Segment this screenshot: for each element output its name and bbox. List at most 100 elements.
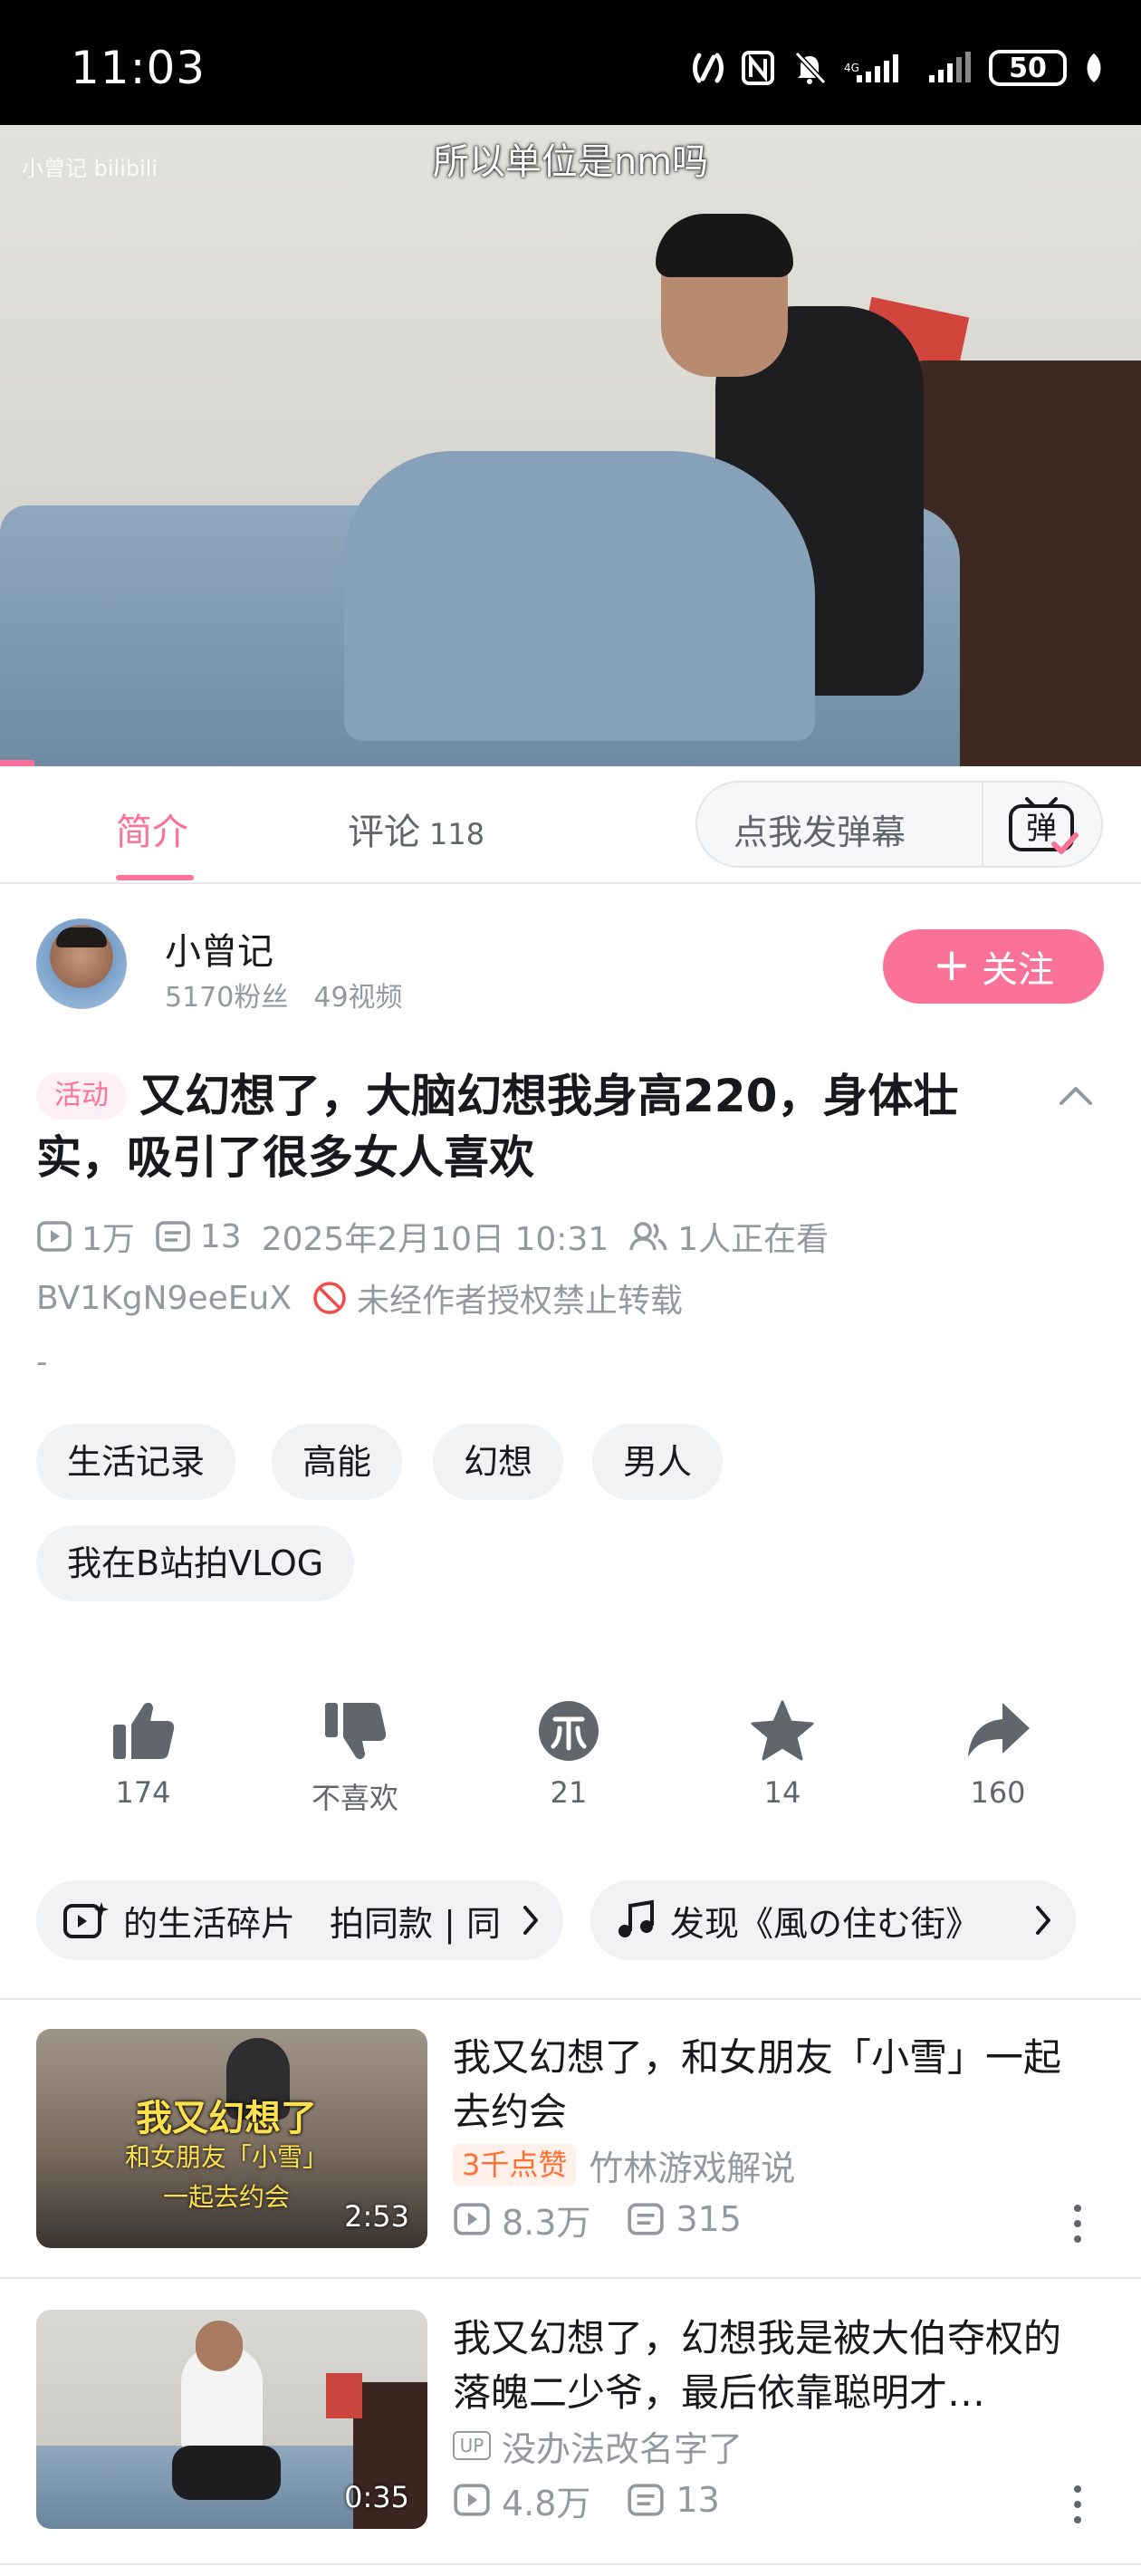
coin-icon [539,1701,599,1761]
nfc-icon [693,53,724,83]
video-title[interactable]: 我又幻想了，幻想我是被大伯夺权的落魄二少爷，最后依靠聪明才… [453,2312,1096,2420]
star-icon [751,1700,814,1761]
video-title[interactable]: 我又幻想了，和女朋友「小雪」一起去约会 [453,2031,1096,2139]
music-chip[interactable]: 发现《風の住む街》 [590,1880,1076,1960]
video-author-line: UP 没办法改名字了 [453,2424,743,2469]
danmaku-count-icon [628,2484,665,2516]
plus-icon: + [933,938,971,991]
thumb-red-cloth [326,2373,362,2418]
lifestyle-chip-label: 的生活碎片 拍同款 | 同 [123,1903,501,1944]
svg-text:4G: 4G [844,62,859,74]
danmaku-input[interactable]: 点我发弹幕 弹 [695,781,1103,868]
video-author: 竹林游戏解说 [589,2148,796,2188]
play-count-icon [454,2484,490,2516]
tab-active-indicator [116,875,194,880]
thumb-person-head [196,2321,243,2371]
video-thumbnail[interactable]: 0:35 [36,2310,427,2529]
tag-chip[interactable]: 男人 [592,1424,724,1500]
list-divider [0,2277,1141,2279]
lifestyle-chip[interactable]: 的生活碎片 拍同款 | 同 [36,1880,563,1960]
uploader-name[interactable]: 小曾记 [165,922,273,975]
viewers-icon [629,1222,667,1251]
no-repost-icon [313,1282,346,1314]
share-button[interactable]: 160 [916,1699,1079,1810]
share-icon [968,1703,1030,1757]
coin-button[interactable]: 21 [487,1699,650,1810]
thumbs-down-icon [325,1703,387,1760]
video-subtitle: 所以单位是nm吗 [432,141,709,183]
video-duration: 2:53 [344,2199,409,2234]
danmaku-count-icon [156,1221,190,1252]
video-duration: 0:35 [344,2480,409,2514]
like-button[interactable]: 174 [62,1699,225,1810]
tag-chip[interactable]: 高能 [272,1424,403,1500]
publish-date: 2025年2月10日 10:31 [261,1221,609,1258]
play-count-icon [37,1221,72,1252]
tab-comments[interactable]: 评论 118 [348,803,484,855]
follow-button[interactable]: + 关注 [883,929,1104,1004]
share-count: 160 [970,1775,1026,1810]
battery-icon: 50 [989,50,1067,86]
video-title-block: 活动 又幻想了，大脑幻想我身高220，身体壮实，吸引了很多女人喜欢 [36,1065,1023,1188]
view-count: 4.8万 [502,2483,591,2523]
danmaku-placeholder: 点我发弹幕 [734,812,906,852]
recommended-video[interactable]: 0:35 我又幻想了，幻想我是被大伯夺权的落魄二少爷，最后依靠聪明才… UP 没… [0,2281,1141,2531]
tag-chip[interactable]: 生活记录 [36,1424,236,1500]
play-count-icon [454,2203,490,2235]
video-frame-person-hair [656,214,793,277]
video-sparkle-icon [63,1902,109,1938]
coin-count: 21 [550,1775,588,1810]
uploader-avatar[interactable] [36,918,127,1009]
danmaku-count: 13 [676,2480,720,2520]
danmaku-count: 315 [676,2199,742,2239]
video-progress-bar[interactable] [0,760,34,766]
video-thumbnail[interactable]: 我又幻想了 和女朋友「小雪」 一起去约会 2:53 [36,2029,427,2248]
video-author-line: 3千点赞 竹林游戏解说 [453,2143,796,2188]
danmaku-count: 13 [199,1217,242,1255]
favorite-button[interactable]: 14 [701,1699,864,1810]
tab-comments-count: 118 [429,817,485,851]
more-options-icon[interactable] [1069,2482,1087,2527]
video-stats: 8.3万 315 [453,2197,742,2243]
music-chip-label: 发现《風の住む街》 [670,1903,981,1944]
video-frame-blanket-fold [344,451,815,741]
thumb-caption: 我又幻想了 [136,2098,317,2139]
signal-4g-icon: 4G [844,54,898,82]
activity-tag[interactable]: 活动 [36,1072,127,1120]
uploader-stats: 5170粉丝 49视频 [165,975,403,1014]
uploader-videos: 49视频 [313,982,403,1014]
tag-chip[interactable]: 幻想 [433,1424,564,1500]
thumb-person-legs [172,2446,281,2500]
n-icon [742,51,774,85]
video-title: 又幻想了，大脑幻想我身高220，身体壮实，吸引了很多女人喜欢 [36,1070,959,1184]
tag-chip[interactable]: 我在B站拍VLOG [36,1525,355,1601]
chevron-up-icon[interactable] [1054,1074,1098,1118]
signal-icon [929,52,971,82]
recommended-video[interactable]: 我又幻想了 和女朋友「小雪」 一起去约会 2:53 我又幻想了，和女朋友「小雪」… [0,2000,1141,2250]
status-time: 11:03 [71,42,206,94]
like-count: 174 [115,1775,171,1810]
tab-comments-label: 评论 [348,812,420,853]
more-options-icon[interactable] [1069,2201,1087,2246]
video-meta: 1万 13 2025年2月10日 10:31 1人正在看 [36,1214,829,1259]
video-player[interactable]: 小曾记 bilibili 所以单位是nm吗 [0,125,1141,766]
dislike-button[interactable]: 不喜欢 [273,1699,436,1817]
danmaku-toggle-icon[interactable]: 弹 [998,792,1085,857]
watching-count: 1人正在看 [677,1221,829,1258]
dislike-label: 不喜欢 [311,1781,398,1815]
thumbs-up-icon [113,1702,175,1759]
music-note-icon [618,1899,654,1937]
tab-intro[interactable]: 简介 [116,803,188,855]
danmaku-divider [982,783,983,866]
chevron-right-icon [1036,1906,1050,1935]
thumb-caption: 和女朋友「小雪」 [124,2142,328,2172]
bvid[interactable]: BV1KgN9eeEuX [36,1280,292,1317]
copyright-notice: 未经作者授权禁止转载 [356,1283,683,1320]
status-icons: 4G 50 [692,45,1105,91]
leaf-icon [1087,53,1101,82]
list-divider [0,2563,1141,2565]
view-count: 1万 [82,1221,135,1258]
danmaku-icon-char: 弹 [1026,811,1057,847]
video-author: 没办法改名字了 [502,2428,743,2469]
favorite-count: 14 [763,1775,801,1810]
